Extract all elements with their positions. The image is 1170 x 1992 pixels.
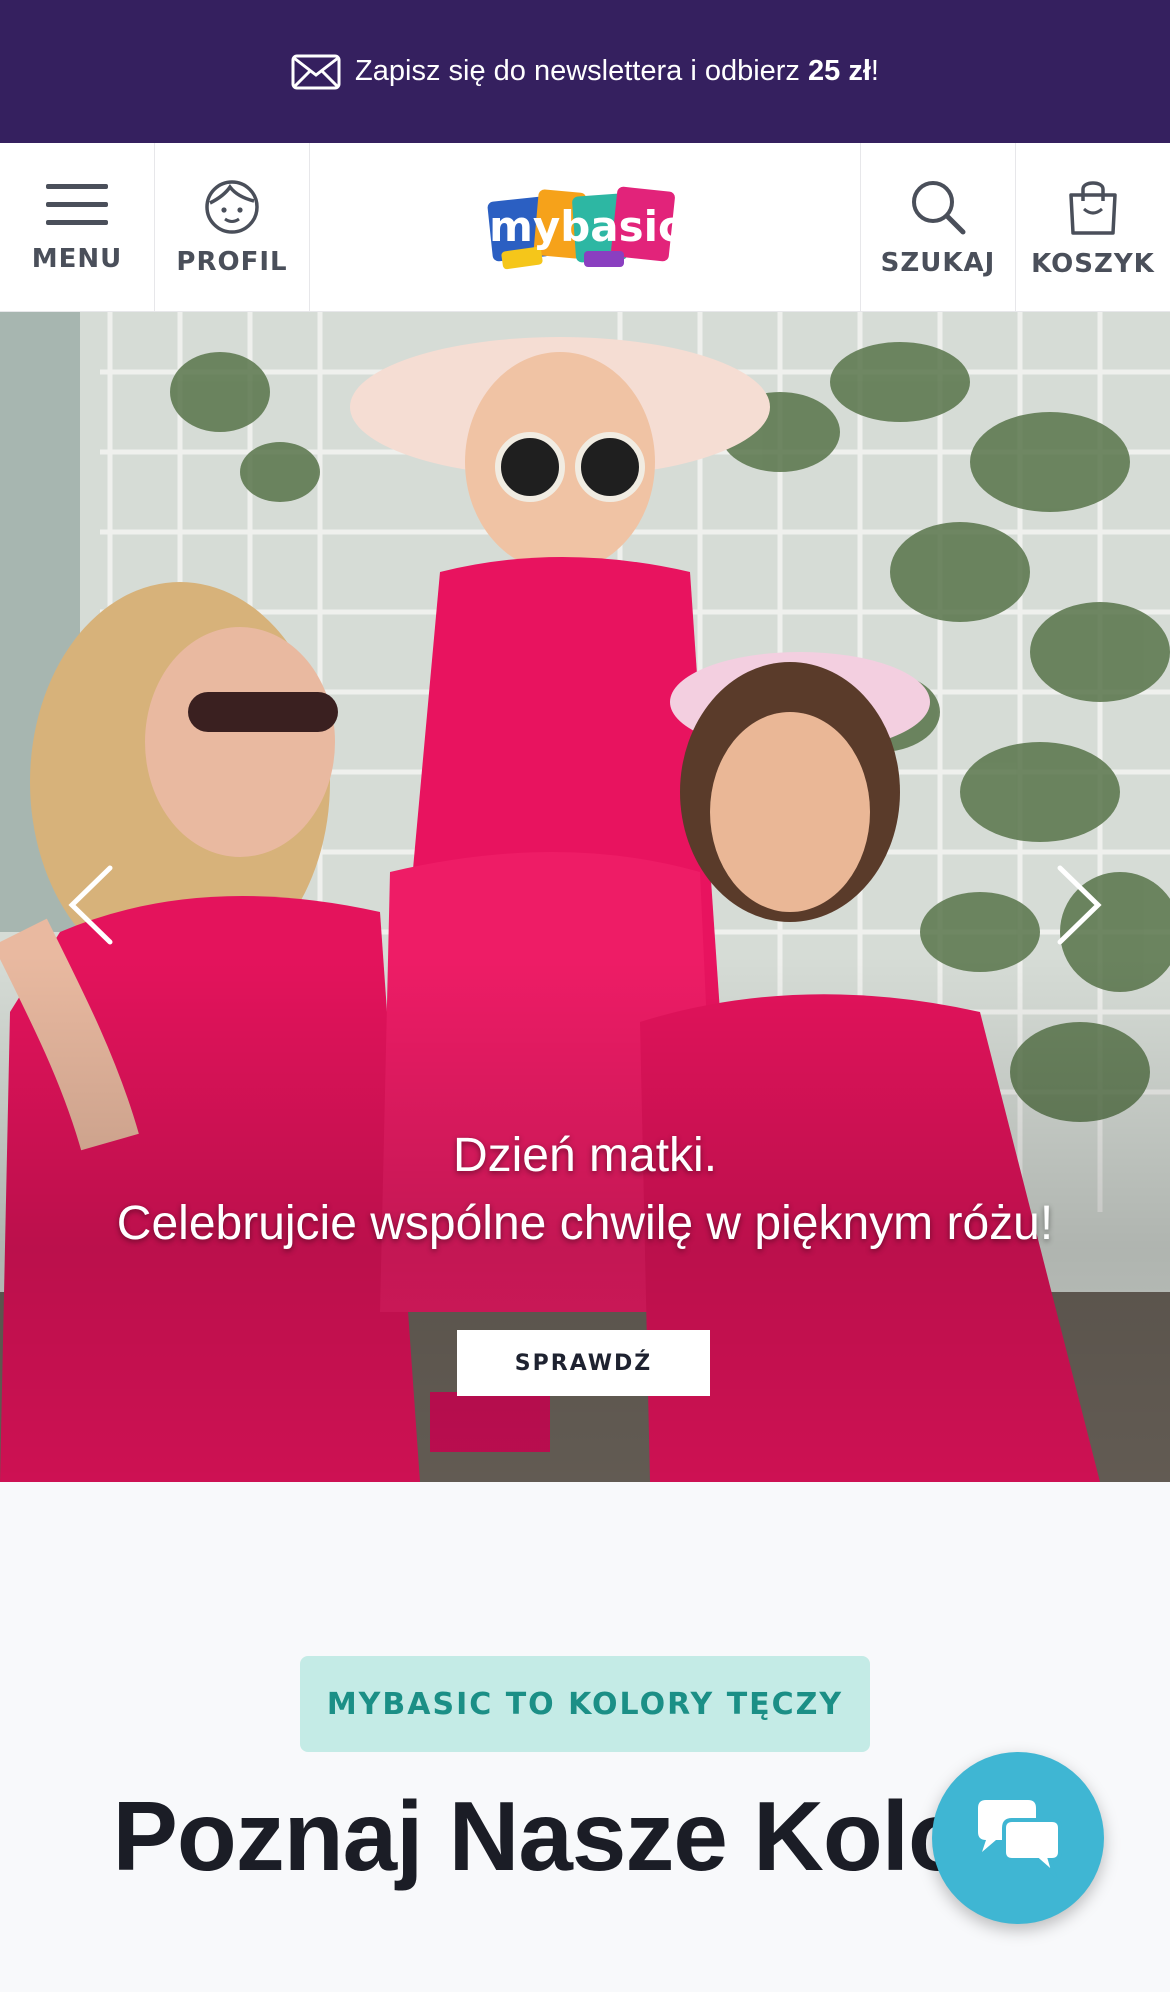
chevron-left-icon[interactable] <box>60 860 120 950</box>
menu-label: MENU <box>31 243 123 274</box>
section-badge: MYBASIC TO KOLORY TĘCZY <box>300 1656 870 1752</box>
cart-button[interactable]: KOSZYK <box>1015 143 1170 312</box>
mybasic-logo[interactable]: mybasic <box>484 179 688 279</box>
hero-caption-line2: Celebrujcie wspólne chwilę w pięknym róż… <box>116 1197 1054 1250</box>
profile-label: PROFIL <box>176 246 288 277</box>
cart-label: KOSZYK <box>1031 248 1155 279</box>
chevron-right-icon[interactable] <box>1050 860 1110 950</box>
search-icon <box>912 180 966 234</box>
newsletter-text: Zapisz się do newslettera i odbierz 25 z… <box>355 55 879 87</box>
hero-caption: Dzień matki. Celebrujcie wspólne chwilę … <box>0 1122 1170 1258</box>
search-label: SZUKAJ <box>880 247 996 278</box>
newsletter-amount: 25 zł <box>808 55 871 87</box>
menu-button[interactable]: MENU <box>0 143 155 312</box>
hero-banner[interactable]: Dzień matki. Celebrujcie wspólne chwilę … <box>0 312 1170 1482</box>
hero-cta-button[interactable]: SPRAWDŹ <box>457 1330 710 1396</box>
profile-face-icon <box>205 179 259 234</box>
hero-caption-line1: Dzień matki. <box>452 1129 718 1182</box>
chat-button[interactable] <box>932 1752 1104 1924</box>
newsletter-bar[interactable]: Zapisz się do newslettera i odbierz 25 z… <box>0 0 1170 143</box>
shopping-bag-icon <box>1069 180 1117 235</box>
profile-button[interactable]: PROFIL <box>155 143 310 312</box>
logo-text: mybasic <box>489 202 683 251</box>
hamburger-icon <box>46 183 108 225</box>
site-header: MENU PROFIL mybasic SZUKAJ KOSZYK <box>0 143 1170 312</box>
chat-bubbles-icon <box>978 1800 1062 1878</box>
mail-icon <box>291 54 341 89</box>
hero-photo <box>0 312 1170 1482</box>
search-button[interactable]: SZUKAJ <box>860 143 1015 312</box>
